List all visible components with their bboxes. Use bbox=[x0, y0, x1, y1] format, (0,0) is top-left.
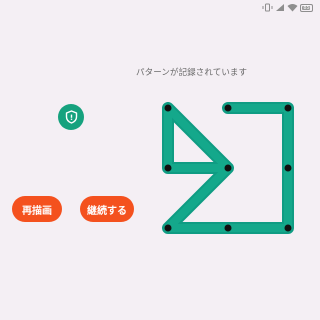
wifi-icon bbox=[287, 4, 298, 12]
pattern-dot[interactable] bbox=[284, 164, 292, 172]
vibrate-icon bbox=[262, 3, 273, 12]
signal-icon bbox=[276, 4, 284, 11]
pattern-dot[interactable] bbox=[164, 104, 172, 112]
pattern-dot[interactable] bbox=[224, 224, 232, 232]
shield-glyph bbox=[65, 110, 77, 124]
shield-lock-icon bbox=[58, 104, 84, 130]
redraw-button[interactable]: 再描画 bbox=[12, 196, 62, 222]
pattern-path bbox=[162, 102, 294, 234]
pattern-dot[interactable] bbox=[284, 224, 292, 232]
battery-icon: 85 bbox=[300, 3, 313, 12]
pattern-dot[interactable] bbox=[164, 164, 172, 172]
pattern-status-text: パターンが記録されています bbox=[136, 68, 248, 78]
pattern-grid bbox=[162, 102, 294, 234]
battery-level: 85 bbox=[303, 4, 310, 11]
status-bar: 85 bbox=[0, 0, 320, 16]
pattern-path-fill bbox=[164, 104, 292, 232]
continue-button[interactable]: 継続する bbox=[80, 196, 134, 222]
pattern-dot[interactable] bbox=[224, 104, 232, 112]
pattern-dot[interactable] bbox=[224, 164, 232, 172]
pattern-dot[interactable] bbox=[164, 224, 172, 232]
pattern-dot[interactable] bbox=[284, 104, 292, 112]
status-icons: 85 bbox=[262, 3, 313, 12]
